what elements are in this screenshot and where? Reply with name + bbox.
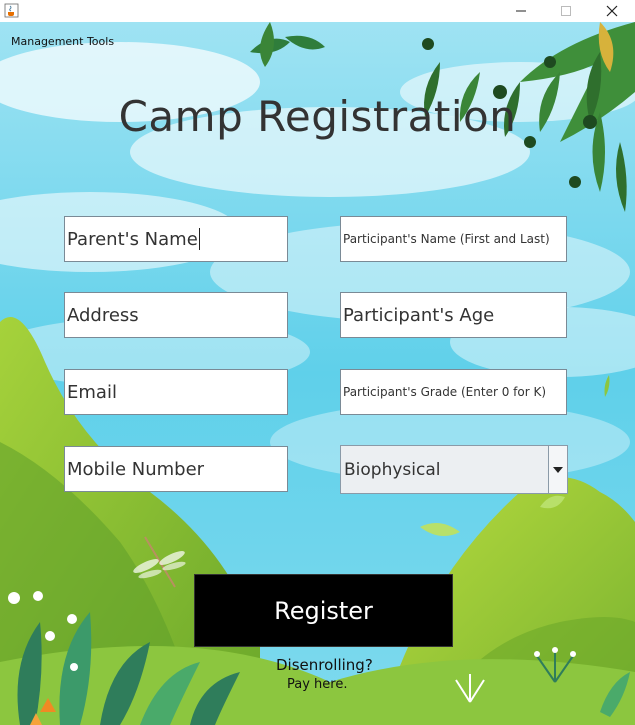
chevron-down-icon bbox=[553, 466, 563, 473]
participant-grade-field[interactable]: Participant's Grade (Enter 0 for K) bbox=[340, 369, 567, 415]
minimize-button[interactable] bbox=[498, 0, 544, 22]
address-text: Address bbox=[67, 304, 139, 326]
email-text: Email bbox=[67, 381, 117, 403]
minimize-icon bbox=[516, 10, 526, 12]
mobile-number-text: Mobile Number bbox=[67, 458, 205, 480]
participant-name-field[interactable]: Participant's Name (First and Last) bbox=[340, 216, 567, 262]
maximize-icon bbox=[561, 6, 571, 16]
address-field[interactable]: Address bbox=[64, 292, 288, 338]
mobile-number-field[interactable]: Mobile Number bbox=[64, 446, 288, 492]
program-select-value: Biophysical bbox=[344, 459, 441, 480]
dropdown-arrow-button[interactable] bbox=[548, 446, 567, 493]
participant-age-field[interactable]: Participant's Age bbox=[340, 292, 567, 338]
program-select[interactable]: Biophysical bbox=[340, 445, 568, 494]
participant-grade-text: Participant's Grade (Enter 0 for K) bbox=[343, 385, 547, 399]
maximize-button[interactable] bbox=[543, 0, 589, 22]
close-button[interactable] bbox=[589, 0, 635, 22]
pay-here-link[interactable]: Pay here. bbox=[287, 677, 347, 692]
java-cup-icon bbox=[4, 3, 19, 18]
email-field[interactable]: Email bbox=[64, 369, 288, 415]
parent-name-field[interactable]: Parent's Name bbox=[64, 216, 288, 262]
title-bar bbox=[0, 0, 635, 22]
close-icon bbox=[606, 5, 618, 17]
parent-name-text: Parent's Name bbox=[67, 228, 198, 250]
management-tools-menu[interactable]: Management Tools bbox=[11, 35, 114, 48]
disenrolling-link[interactable]: Disenrolling? bbox=[276, 656, 373, 674]
page-title: Camp Registration bbox=[118, 92, 517, 141]
app-window: Management Tools Camp Registration Paren… bbox=[0, 0, 635, 725]
participant-name-text: Participant's Name (First and Last) bbox=[343, 232, 550, 246]
participant-age-text: Participant's Age bbox=[343, 304, 495, 326]
register-button[interactable]: Register bbox=[194, 574, 453, 647]
text-caret bbox=[198, 228, 200, 250]
